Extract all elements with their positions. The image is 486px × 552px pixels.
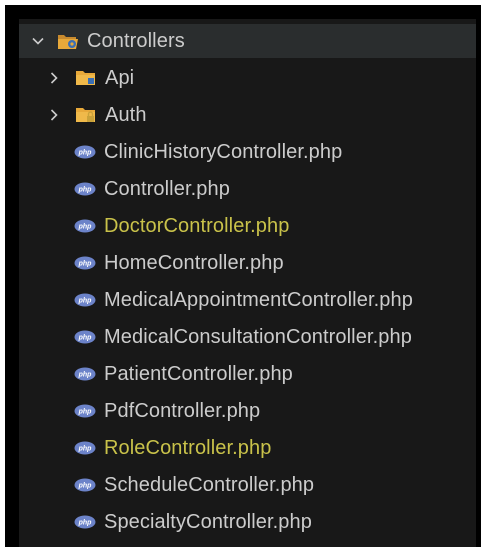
file-item[interactable]: php ScheduleController.php (19, 468, 476, 502)
php-file-icon: php (74, 404, 96, 418)
file-explorer-tree: Controllers Api Auth php ClinicHistoryCo… (19, 19, 476, 547)
chevron-down-icon[interactable] (31, 34, 45, 48)
folder-api-icon (75, 69, 97, 87)
folder-label: Auth (105, 103, 147, 126)
file-item[interactable]: php Controller.php (19, 172, 476, 206)
svg-text:php: php (78, 335, 93, 342)
file-item[interactable]: php SpecialtyController.php (19, 505, 476, 539)
file-item[interactable]: php ClinicHistoryController.php (19, 135, 476, 169)
folder-open-gear-icon (57, 32, 79, 50)
file-label: HomeController.php (104, 251, 284, 274)
folder-label: Controllers (87, 29, 185, 52)
file-item[interactable]: php DoctorController.php (19, 209, 476, 243)
php-file-icon: php (74, 182, 96, 196)
svg-text:php: php (78, 261, 93, 268)
file-label: MedicalConsultationController.php (104, 325, 412, 348)
folder-label: Api (105, 66, 135, 89)
file-item[interactable]: php RoleController.php (19, 431, 476, 465)
php-file-icon: php (74, 367, 96, 381)
file-item[interactable]: php MedicalAppointmentController.php (19, 283, 476, 317)
folder-api[interactable]: Api (19, 61, 476, 95)
file-label: PatientController.php (104, 362, 293, 385)
file-label: RoleController.php (104, 436, 272, 459)
php-file-icon: php (74, 441, 96, 455)
chevron-right-icon[interactable] (47, 108, 61, 122)
explorer-frame: Controllers Api Auth php ClinicHistoryCo… (5, 5, 481, 547)
php-file-icon: php (74, 330, 96, 344)
svg-text:php: php (78, 150, 93, 157)
file-item[interactable]: php PdfController.php (19, 394, 476, 428)
file-item[interactable]: php PatientController.php (19, 357, 476, 391)
php-file-icon: php (74, 478, 96, 492)
file-label: PdfController.php (104, 399, 261, 422)
file-label: DoctorController.php (104, 214, 290, 237)
file-label: MedicalAppointmentController.php (104, 288, 413, 311)
svg-text:php: php (78, 446, 93, 453)
svg-text:php: php (78, 298, 93, 305)
php-file-icon: php (74, 145, 96, 159)
svg-text:php: php (78, 224, 93, 231)
file-item[interactable]: php HomeController.php (19, 246, 476, 280)
svg-text:php: php (78, 520, 93, 527)
file-label: SpecialtyController.php (104, 510, 312, 533)
chevron-right-icon[interactable] (47, 71, 61, 85)
folder-controllers[interactable]: Controllers (19, 24, 476, 58)
php-file-icon: php (74, 256, 96, 270)
svg-text:php: php (78, 483, 93, 490)
file-label: ScheduleController.php (104, 473, 315, 496)
file-label: Controller.php (104, 177, 230, 200)
folder-lock-icon (75, 106, 97, 124)
php-file-icon: php (74, 515, 96, 529)
folder-auth[interactable]: Auth (19, 98, 476, 132)
file-item[interactable]: php MedicalConsultationController.php (19, 320, 476, 354)
file-label: ClinicHistoryController.php (104, 140, 343, 163)
svg-text:php: php (78, 187, 93, 194)
svg-text:php: php (78, 372, 93, 379)
php-file-icon: php (74, 219, 96, 233)
php-file-icon: php (74, 293, 96, 307)
svg-text:php: php (78, 409, 93, 416)
